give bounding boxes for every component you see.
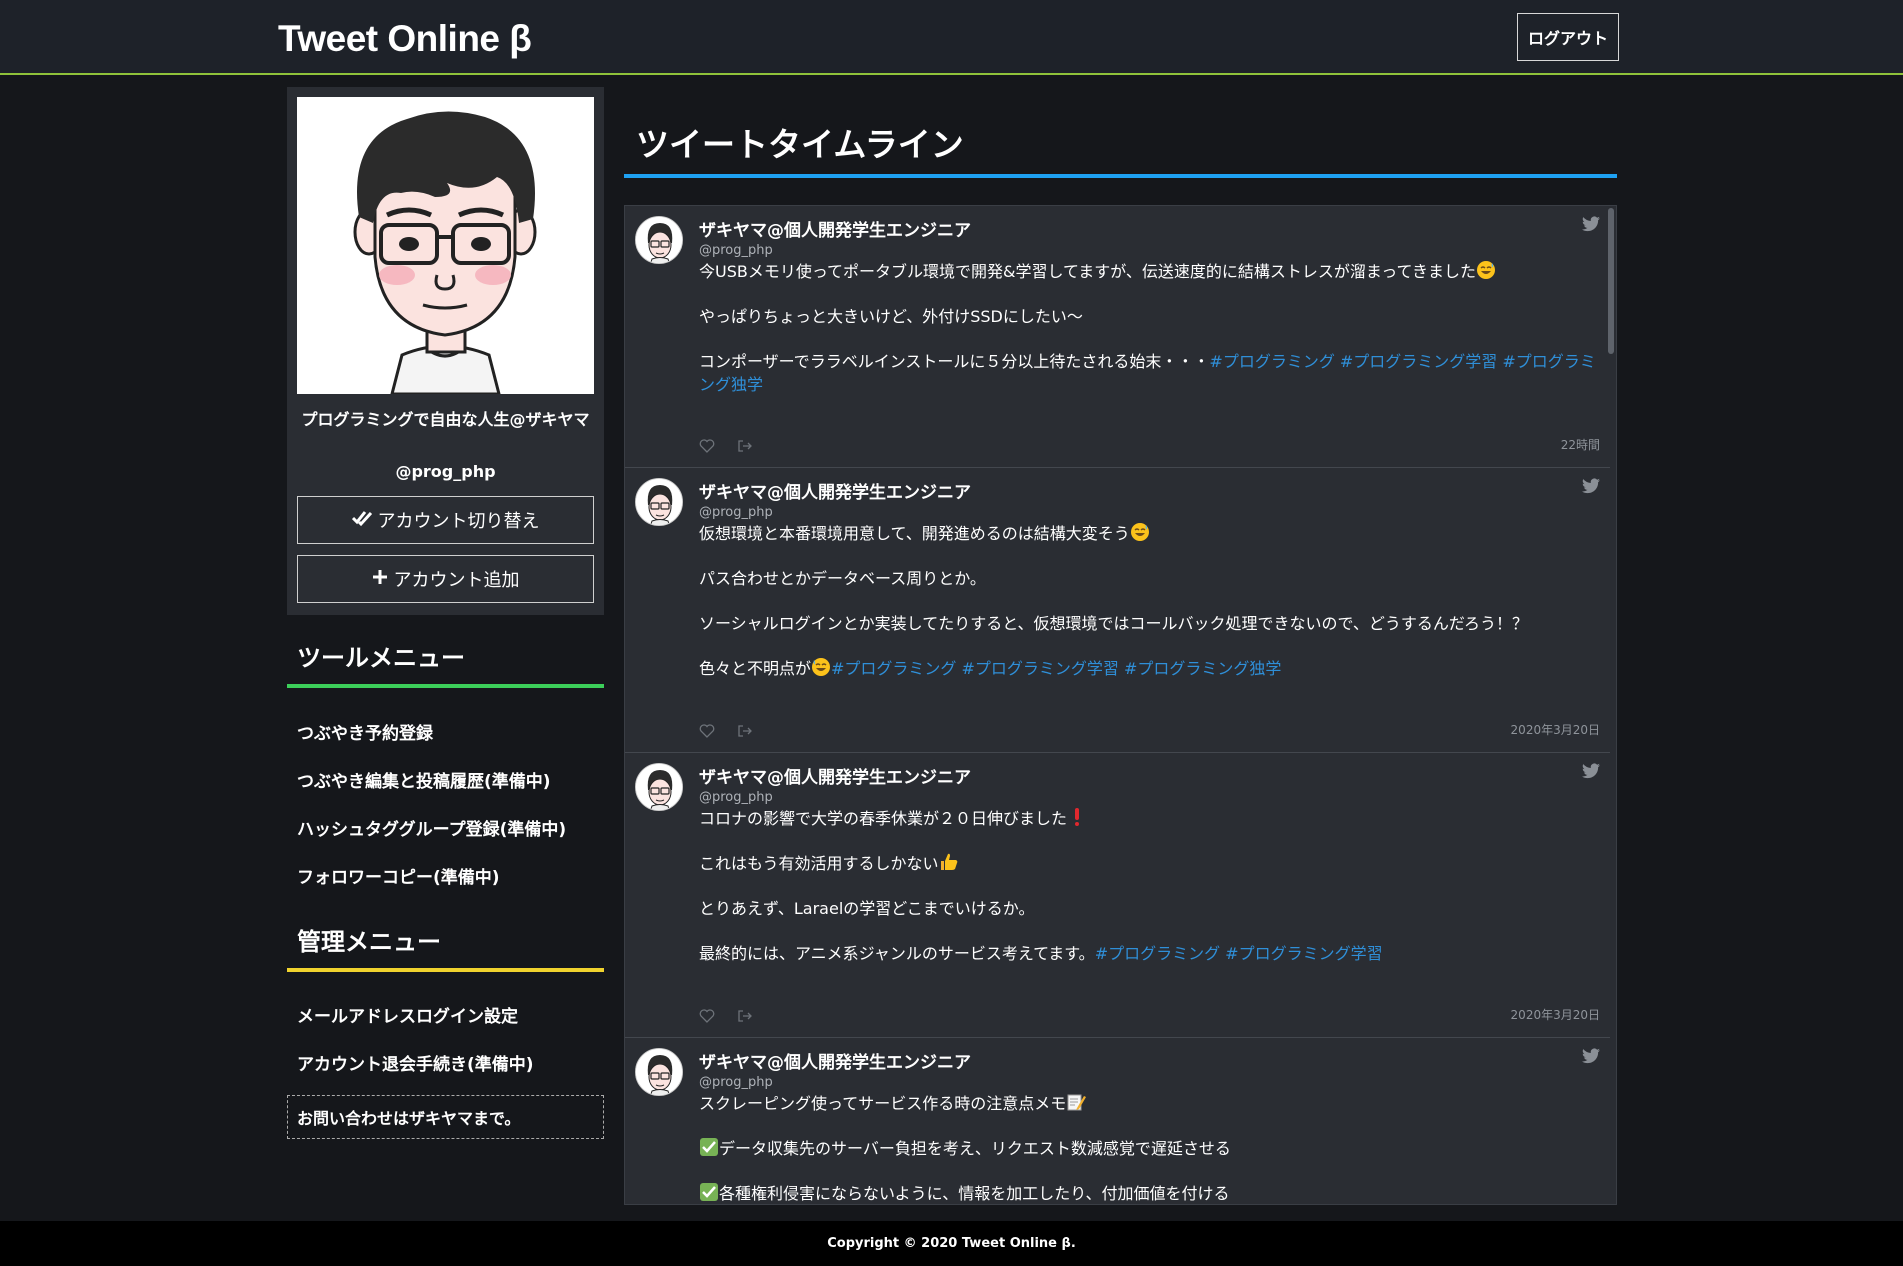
tweet-author-name[interactable]: ザキヤマ@個人開発学生エンジニア <box>699 478 971 503</box>
tweet-actions <box>699 439 753 453</box>
menu-item-account-withdraw[interactable]: アカウント退会手続き(準備中) <box>287 1038 604 1086</box>
double-check-icon <box>351 509 372 532</box>
twitter-bird-icon[interactable] <box>1582 763 1600 779</box>
tweet-author-handle: @prog_php <box>699 243 773 258</box>
admin-menu-title: 管理メニュー <box>287 922 604 972</box>
tweet-author-name[interactable]: ザキヤマ@個人開発学生エンジニア <box>699 763 971 788</box>
heart-icon[interactable] <box>699 439 715 453</box>
tweet-text: 最終的には、アニメ系ジャンルのサービス考えてます。 <box>699 944 1095 963</box>
tweet-avatar[interactable] <box>635 763 683 811</box>
share-icon[interactable] <box>737 724 753 738</box>
heart-icon[interactable] <box>699 724 715 738</box>
tweet-card[interactable]: ザキヤマ@個人開発学生エンジニア @prog_php スクレーピング使ってサービ… <box>625 1038 1610 1204</box>
tweet-text: 仮想環境と本番環境用意して、開発進めるのは結構大変そう <box>699 524 1130 543</box>
heart-icon[interactable] <box>699 1009 715 1023</box>
hashtag-link[interactable]: #プログラミング #プログラミング学習 <box>1095 944 1383 963</box>
tweet-card[interactable]: ザキヤマ@個人開発学生エンジニア @prog_php 今USBメモリ使ってポータ… <box>625 206 1610 468</box>
tweet-avatar[interactable] <box>635 216 683 264</box>
add-account-label: アカウント追加 <box>393 570 520 591</box>
tool-menu-title: ツールメニュー <box>287 638 604 688</box>
tweet-text: 今USBメモリ使ってポータブル環境で開発&学習してますが、伝送速度的に結構ストレ… <box>699 262 1477 281</box>
tweet-author-handle: @prog_php <box>699 1075 773 1090</box>
memo-emoji-icon <box>1067 1094 1087 1111</box>
menu-item-follower-copy[interactable]: フォロワーコピー(準備中) <box>287 851 604 899</box>
add-account-button[interactable]: アカウント追加 <box>297 555 594 603</box>
sweat-smile-emoji-icon <box>1477 261 1496 279</box>
tweet-text: 各種権利侵害にならないように、情報を加工したり、付加価値を付ける <box>719 1184 1230 1203</box>
tweet-text: これはもう有効活用するしかない <box>699 854 939 873</box>
check-box-emoji-icon <box>700 1183 718 1201</box>
tweet-text: 色々と不明点が <box>699 659 812 678</box>
tweet-body: 今USBメモリ使ってポータブル環境で開発&学習してますが、伝送速度的に結構ストレ… <box>699 260 1599 418</box>
contact-note: お問い合わせはザキヤマまで。 <box>287 1095 604 1139</box>
admin-menu: メールアドレスログイン設定 アカウント退会手続き(準備中) <box>287 990 604 1086</box>
menu-item-tweet-schedule[interactable]: つぶやき予約登録 <box>287 707 604 755</box>
tweet-actions <box>699 724 753 738</box>
profile-avatar <box>297 97 594 394</box>
tweet-text: データ収集先のサーバー負担を考え、リクエスト数減感覚で遅延させる <box>719 1139 1231 1158</box>
tweet-text: ソーシャルログインとか実装してたりすると、仮想環境ではコールバック処理できないの… <box>699 614 1528 633</box>
top-header: Tweet Online β ログアウト <box>0 0 1903 75</box>
tweet-text: やっぱりちょっと大きいけど、外付けSSDにしたい〜 <box>699 307 1083 326</box>
profile-handle: @prog_php <box>395 462 496 481</box>
menu-item-tweet-edit-history[interactable]: つぶやき編集と投稿履歴(準備中) <box>287 755 604 803</box>
tweet-text: スクレーピング使ってサービス作る時の注意点メモ <box>699 1094 1067 1113</box>
tweet-author-handle: @prog_php <box>699 505 773 520</box>
twitter-bird-icon[interactable] <box>1582 478 1600 494</box>
hashtag-link[interactable]: #プログラミング #プログラミング学習 #プログラミング独学 <box>831 659 1281 678</box>
tweet-timestamp[interactable]: 2020年3月20日 <box>1511 721 1600 738</box>
tweet-card[interactable]: ザキヤマ@個人開発学生エンジニア @prog_php 仮想環境と本番環境用意して… <box>625 468 1610 753</box>
tweet-text: パス合わせとかデータベース周りとか。 <box>699 569 986 588</box>
tweet-avatar[interactable] <box>635 1048 683 1096</box>
logout-button[interactable]: ログアウト <box>1517 13 1619 61</box>
switch-account-label: アカウント切り替え <box>377 511 540 532</box>
tweet-avatar[interactable] <box>635 478 683 526</box>
share-icon[interactable] <box>737 439 753 453</box>
plus-icon <box>372 568 388 590</box>
tweet-text: とりあえず、Laraelの学習どこまでいけるか。 <box>699 899 1035 918</box>
tweet-author-name[interactable]: ザキヤマ@個人開発学生エンジニア <box>699 1048 971 1073</box>
tweet-timestamp[interactable]: 22時間 <box>1561 436 1600 453</box>
menu-item-hashtag-group[interactable]: ハッシュタググループ登録(準備中) <box>287 803 604 851</box>
sweat-smile-emoji-icon <box>1130 523 1149 541</box>
share-icon[interactable] <box>737 1009 753 1023</box>
grin-sweat-emoji-icon <box>812 658 831 676</box>
tweet-body: 仮想環境と本番環境用意して、開発進めるのは結構大変そう パス合わせとかデータベー… <box>699 522 1599 702</box>
exclamation-emoji-icon <box>1075 808 1080 826</box>
page-title: ツイートタイムライン <box>624 118 1617 178</box>
tweet-card[interactable]: ザキヤマ@個人開発学生エンジニア @prog_php コロナの影響で大学の春季休… <box>625 753 1610 1038</box>
check-box-emoji-icon <box>700 1138 718 1156</box>
tool-menu: つぶやき予約登録 つぶやき編集と投稿履歴(準備中) ハッシュタググループ登録(準… <box>287 707 604 899</box>
tweet-text: コロナの影響で大学の春季休業が２０日伸びました <box>699 809 1068 828</box>
brand-logo[interactable]: Tweet Online β <box>278 18 532 60</box>
tweet-author-name[interactable]: ザキヤマ@個人開発学生エンジニア <box>699 216 971 241</box>
twitter-bird-icon[interactable] <box>1582 1048 1600 1064</box>
footer-copyright: Copyright © 2020 Tweet Online β. <box>0 1221 1903 1266</box>
switch-account-button[interactable]: アカウント切り替え <box>297 496 594 544</box>
menu-item-email-login[interactable]: メールアドレスログイン設定 <box>287 990 604 1038</box>
twitter-bird-icon[interactable] <box>1582 216 1600 232</box>
tweet-body: スクレーピング使ってサービス作る時の注意点メモ データ収集先のサーバー負担を考え… <box>699 1092 1599 1204</box>
tweet-body: コロナの影響で大学の春季休業が２０日伸びました これはもう有効活用するしかない … <box>699 807 1599 987</box>
tweet-actions <box>699 1009 753 1023</box>
tweet-timeline[interactable]: ザキヤマ@個人開発学生エンジニア @prog_php 今USBメモリ使ってポータ… <box>624 205 1617 1205</box>
tweet-author-handle: @prog_php <box>699 790 773 805</box>
tweet-timestamp[interactable]: 2020年3月20日 <box>1511 1006 1600 1023</box>
thumbs-up-emoji-icon <box>940 853 957 870</box>
profile-card: プログラミングで自由な人生@ザキヤマ @prog_php アカウント切り替え ア… <box>287 87 604 615</box>
tweet-text: コンポーザーでララベルインストールに５分以上待たされる始末・・・ <box>699 352 1210 371</box>
profile-name: プログラミングで自由な人生@ザキヤマ <box>301 410 590 429</box>
